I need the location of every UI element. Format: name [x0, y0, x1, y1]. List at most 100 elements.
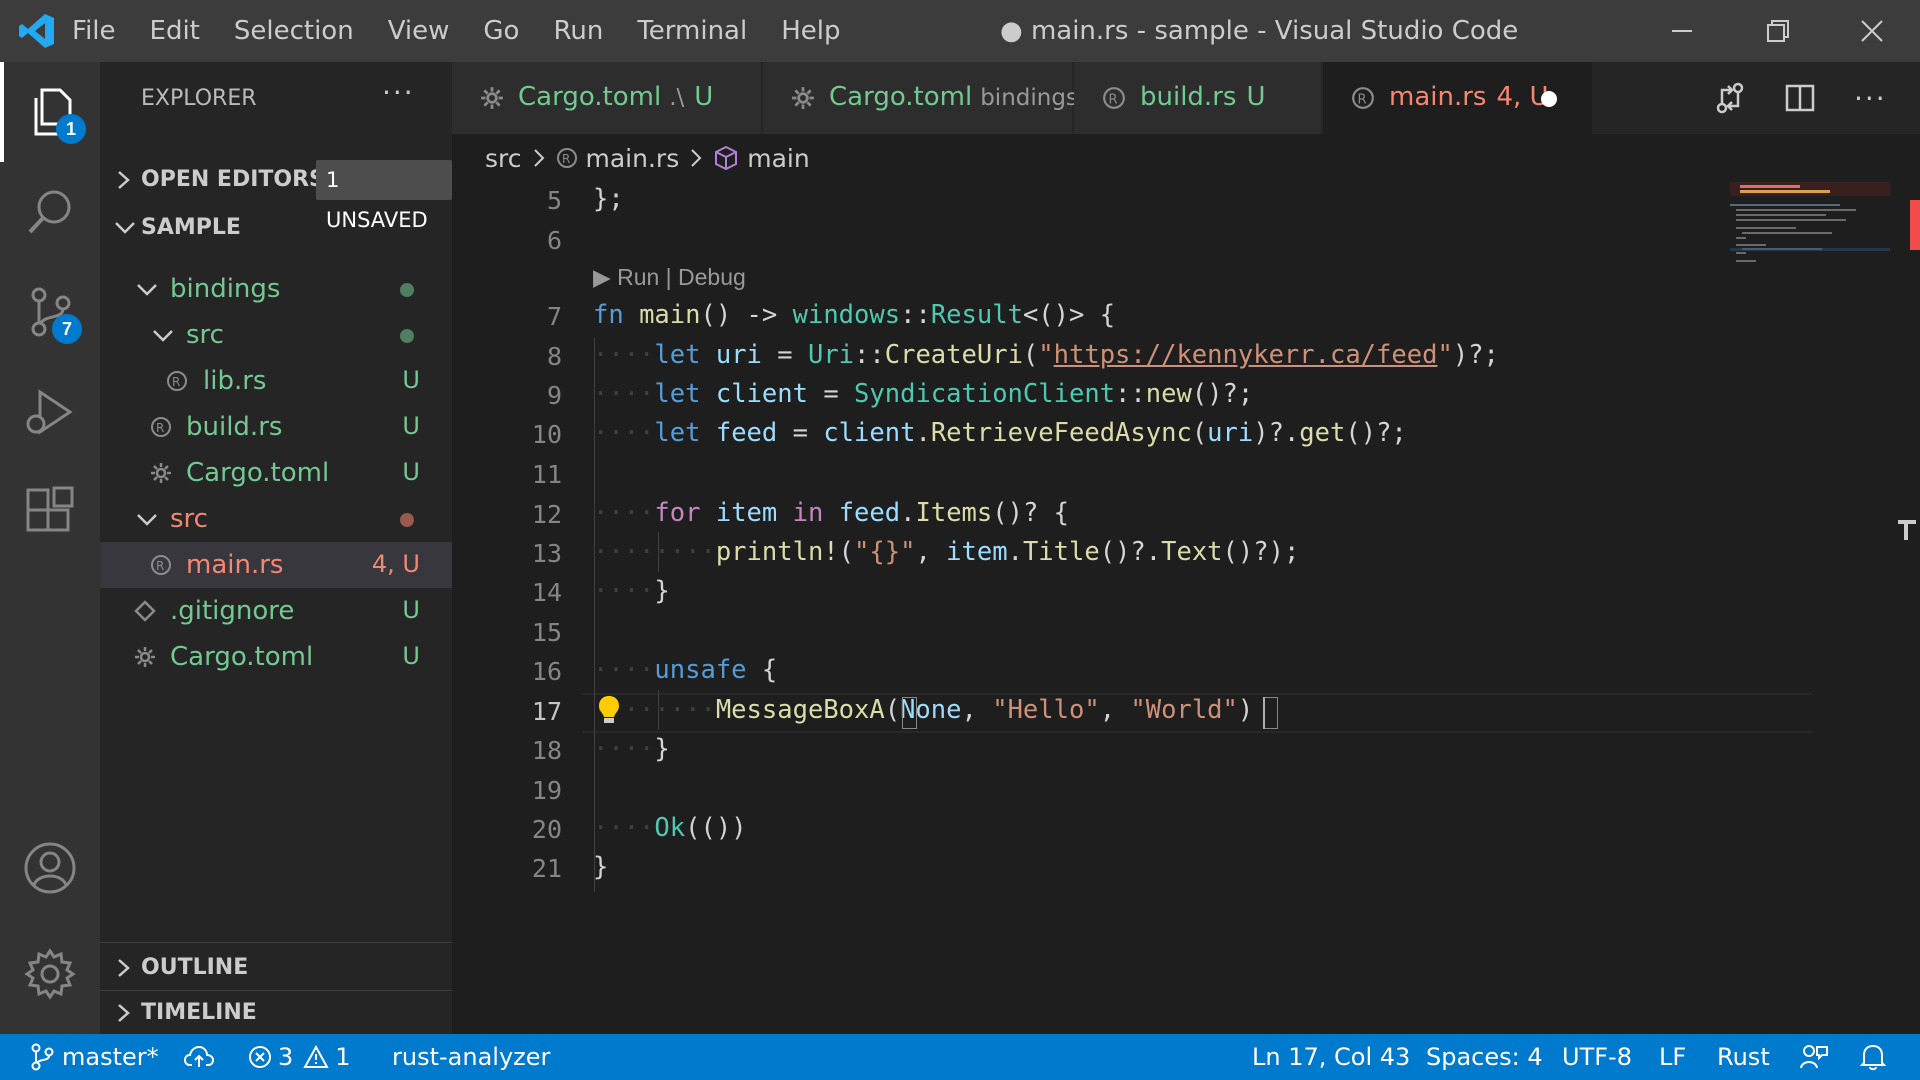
unsaved-badge: 1 UNSAVED: [316, 160, 452, 232]
menu-selection[interactable]: Selection: [234, 16, 354, 46]
git-status: U: [402, 458, 420, 486]
split-editor-icon[interactable]: [1784, 82, 1816, 114]
breadcrumb-folder[interactable]: src: [485, 144, 522, 173]
more-actions-icon[interactable]: ···: [382, 76, 415, 109]
menu-edit[interactable]: Edit: [150, 16, 200, 46]
menu-go[interactable]: Go: [483, 16, 519, 46]
rust-file-icon: R: [556, 148, 577, 168]
window-title: ● main.rs - sample - Visual Studio Code: [1000, 16, 1519, 46]
tree-file-bindings-cargo-toml[interactable]: Cargo.toml U: [100, 450, 452, 496]
git-branch-icon: [31, 1043, 54, 1071]
lightbulb-icon[interactable]: [597, 694, 621, 726]
code-editor[interactable]: 5 6 7 8 9 10 11 12 13 14 15 16 17 18 19 …: [452, 182, 1920, 1034]
gear-file-icon: [135, 647, 155, 667]
modified-dot: [400, 283, 414, 297]
codelens-run-debug[interactable]: ▶ Run | Debug: [593, 264, 746, 291]
code-line: ····let uri = Uri::CreateUri("https://ke…: [593, 340, 1499, 370]
language-mode[interactable]: Rust: [1717, 1034, 1770, 1080]
svg-text:R: R: [562, 152, 570, 166]
git-status: U: [402, 642, 420, 670]
minimap[interactable]: [1730, 182, 1890, 272]
sample-folder-section[interactable]: SAMPLE: [100, 206, 452, 250]
sync-button[interactable]: [184, 1034, 214, 1080]
close-window-button[interactable]: [1824, 0, 1920, 62]
tab-label: Cargo.toml .\ U: [518, 82, 714, 112]
tree-folder-bindings-src[interactable]: src: [100, 312, 452, 358]
branch-indicator[interactable]: master*: [30, 1034, 159, 1080]
explorer-sidebar: EXPLORER ··· OPEN EDITORS 1 UNSAVED SAMP…: [100, 62, 452, 1034]
activity-extensions[interactable]: [0, 462, 100, 562]
tree-item-label: Cargo.toml: [170, 642, 314, 672]
chevron-down-icon: [115, 222, 135, 234]
git-file-icon: [134, 600, 156, 622]
minimize-button[interactable]: [1634, 0, 1730, 62]
activity-run-debug[interactable]: [0, 362, 100, 462]
cursor-position[interactable]: Ln 17, Col 43: [1252, 1034, 1410, 1080]
language-server-status[interactable]: rust-analyzer: [392, 1034, 550, 1080]
end-of-line[interactable]: LF: [1659, 1034, 1686, 1080]
tree-folder-bindings[interactable]: bindings: [100, 266, 452, 312]
text-cursor: [1263, 697, 1265, 729]
tree-folder-src[interactable]: src: [100, 496, 452, 542]
open-editors-section[interactable]: OPEN EDITORS 1 UNSAVED: [100, 158, 452, 232]
tree-item-label: main.rs: [186, 550, 284, 580]
close-icon: [1861, 20, 1883, 42]
indentation[interactable]: Spaces: 4: [1426, 1034, 1543, 1080]
tree-file-lib-rs[interactable]: R lib.rs U: [100, 358, 452, 404]
more-actions-icon[interactable]: ···: [1854, 82, 1887, 115]
open-changes-icon[interactable]: [1714, 82, 1746, 114]
activity-source-control[interactable]: 7: [0, 262, 100, 362]
minimize-icon: [1672, 30, 1692, 32]
tree-file-main-rs[interactable]: R main.rs 4, U: [100, 542, 452, 588]
menu-file[interactable]: File: [72, 16, 116, 46]
account-icon: [24, 842, 76, 894]
encoding[interactable]: UTF-8: [1562, 1034, 1632, 1080]
menu-terminal[interactable]: Terminal: [637, 16, 747, 46]
feedback-button[interactable]: [1800, 1034, 1828, 1080]
outline-section[interactable]: OUTLINE: [100, 946, 452, 990]
activity-manage[interactable]: [0, 924, 100, 1024]
code-line: ····}: [593, 576, 670, 606]
unsaved-dot-icon[interactable]: [1541, 91, 1557, 107]
gear-file-icon: [792, 87, 814, 109]
breadcrumb-file[interactable]: main.rs: [586, 144, 680, 173]
gear-icon: [24, 948, 76, 1000]
tab-cargo-toml-bindings[interactable]: Cargo.tomlbindingsU: [763, 62, 1107, 134]
tab-label: build.rs U: [1140, 82, 1266, 112]
svg-text:R: R: [1358, 92, 1367, 107]
error-dot: [400, 513, 414, 527]
tab-main-rs[interactable]: R main.rs 4, U: [1323, 62, 1593, 134]
menu-help[interactable]: Help: [781, 16, 840, 46]
folder-label: SAMPLE: [141, 215, 241, 240]
activity-search[interactable]: [0, 162, 100, 262]
code-line: fn main() -> windows::Result<()> {: [593, 300, 1116, 330]
tree-file-build-rs[interactable]: R build.rs U: [100, 404, 452, 450]
sidebar-header: EXPLORER ···: [100, 62, 452, 134]
activity-accounts[interactable]: [0, 818, 100, 918]
tab-cargo-toml-root[interactable]: Cargo.toml .\ U: [452, 62, 762, 134]
tree-file-cargo-toml[interactable]: Cargo.toml U: [100, 634, 452, 680]
title-bar: File Edit Selection View Go Run Terminal…: [0, 0, 1920, 62]
rust-file-icon: R: [167, 371, 187, 391]
restore-button[interactable]: [1730, 0, 1826, 62]
status-bar: master* 3 1 rust-analyzer Ln 17, Col 43 …: [0, 1034, 1920, 1080]
rust-file-icon: R: [1103, 87, 1125, 109]
svg-text:R: R: [1109, 92, 1118, 107]
breadcrumb-symbol[interactable]: main: [747, 144, 809, 173]
tree-item-label: Cargo.toml: [186, 458, 330, 488]
notifications-button[interactable]: [1860, 1034, 1886, 1080]
scrollbar-cursor-marker-stem: [1904, 520, 1908, 540]
tab-build-rs[interactable]: R build.rs U: [1074, 62, 1322, 134]
rust-file-icon: R: [1352, 87, 1374, 109]
menu-run[interactable]: Run: [553, 16, 603, 46]
svg-text:R: R: [156, 559, 164, 573]
chevron-down-icon: [153, 330, 173, 342]
activity-explorer[interactable]: 1: [0, 62, 100, 162]
git-status: U: [402, 596, 420, 624]
chevron-down-icon: [137, 514, 157, 526]
tree-file-gitignore[interactable]: .gitignore U: [100, 588, 452, 634]
timeline-section[interactable]: TIMELINE: [100, 991, 452, 1035]
warning-icon: [303, 1045, 329, 1068]
problems-indicator[interactable]: 3 1: [248, 1034, 351, 1080]
menu-view[interactable]: View: [388, 16, 450, 46]
